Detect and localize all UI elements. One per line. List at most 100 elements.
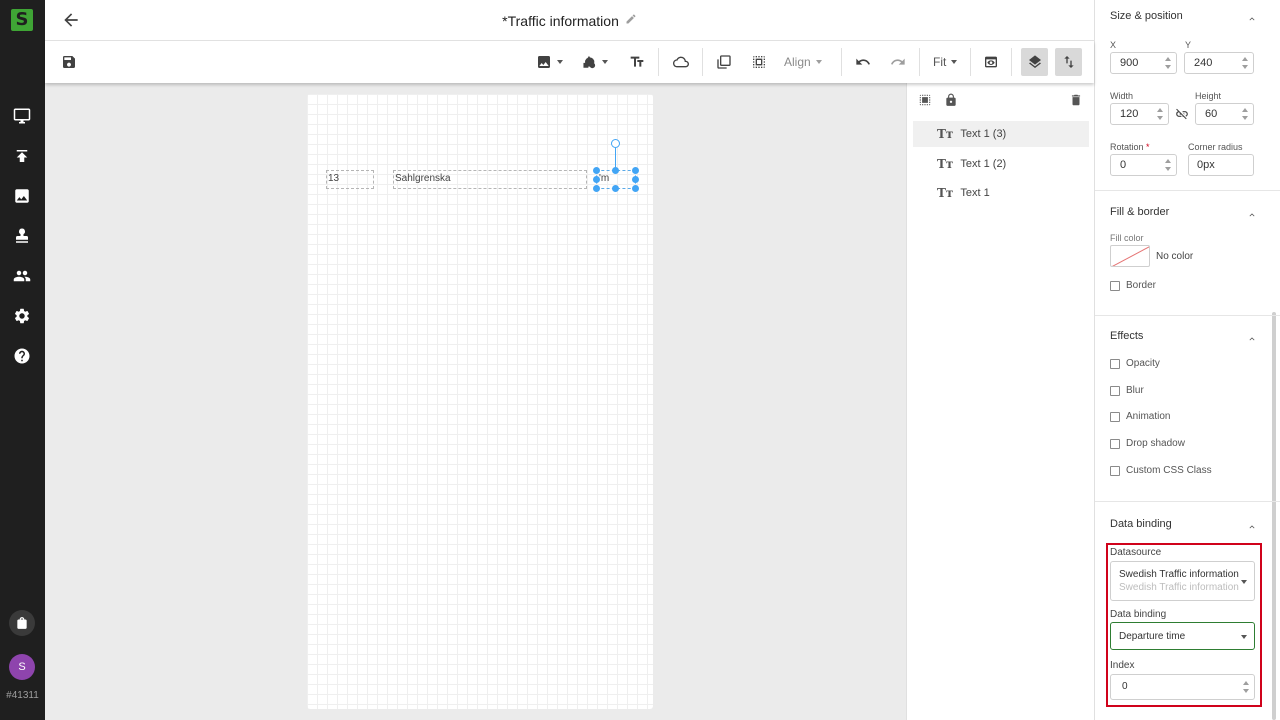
checkbox-box[interactable] xyxy=(1110,438,1120,449)
corner-radius-input[interactable]: 0px xyxy=(1188,154,1254,176)
toolbar-divider xyxy=(1011,48,1012,76)
resize-handle[interactable] xyxy=(632,176,639,183)
opacity-checkbox[interactable]: Opacity xyxy=(1110,358,1160,369)
fill-color-swatch[interactable] xyxy=(1110,245,1150,267)
avatar[interactable]: S xyxy=(9,654,35,680)
checkbox-box[interactable] xyxy=(1110,411,1120,422)
animation-checkbox[interactable]: Animation xyxy=(1110,411,1170,422)
link-off-icon[interactable] xyxy=(1175,106,1189,122)
help-icon[interactable] xyxy=(12,346,32,366)
insert-image-button[interactable] xyxy=(536,50,563,74)
select-all-icon[interactable] xyxy=(918,93,932,107)
stepper-icon[interactable] xyxy=(1165,56,1172,70)
resize-handle[interactable] xyxy=(632,185,639,192)
properties-toggle-icon[interactable] xyxy=(1055,48,1082,76)
checkbox-box[interactable] xyxy=(1110,358,1120,369)
preview-icon[interactable] xyxy=(983,50,999,74)
pencil-icon[interactable] xyxy=(625,13,637,28)
height-input[interactable]: 60 xyxy=(1195,103,1254,125)
border-checkbox[interactable]: Border xyxy=(1110,280,1156,291)
undo-icon[interactable] xyxy=(855,50,871,74)
left-rail: S S #41311 xyxy=(0,0,45,720)
save-icon[interactable] xyxy=(61,50,77,74)
app-logo[interactable]: S xyxy=(11,9,33,31)
border-label: Border xyxy=(1126,280,1157,291)
chevron-down-icon xyxy=(557,60,563,64)
layer-item[interactable]: Tт Text 1 (2) xyxy=(913,151,1089,177)
bag-icon[interactable] xyxy=(9,610,35,636)
resize-handle[interactable] xyxy=(593,185,600,192)
account-id: #41311 xyxy=(6,690,39,701)
width-input[interactable]: 120 xyxy=(1110,103,1169,125)
gear-icon[interactable] xyxy=(12,306,32,326)
rotation-handle[interactable] xyxy=(611,139,620,148)
send-backward-icon[interactable] xyxy=(751,50,767,74)
layer-item[interactable]: Tт Text 1 (3) xyxy=(913,121,1089,147)
index-input[interactable]: 0 xyxy=(1110,674,1255,700)
rotation-marker: * xyxy=(1146,142,1150,152)
upload-icon[interactable] xyxy=(12,146,32,166)
data-binding-select[interactable]: Departure time xyxy=(1110,622,1255,650)
people-icon[interactable] xyxy=(12,266,32,286)
resize-handle[interactable] xyxy=(612,185,619,192)
effect-label: Opacity xyxy=(1126,358,1160,369)
text-icon: Tт xyxy=(937,127,954,141)
selected-text-value: 'm xyxy=(599,173,610,184)
canvas-text-destination[interactable]: Sahlgrenska xyxy=(393,170,587,189)
monitor-icon[interactable] xyxy=(12,106,32,126)
resize-handle[interactable] xyxy=(593,167,600,174)
layers-toggle-icon[interactable] xyxy=(1021,48,1048,76)
lock-icon[interactable] xyxy=(944,93,958,107)
toolbar-divider xyxy=(658,48,659,76)
redo-icon[interactable] xyxy=(890,50,906,74)
y-input[interactable]: 240 xyxy=(1184,52,1254,74)
datasource-select[interactable]: Swedish Traffic information - Swedish Tr… xyxy=(1110,561,1255,601)
chevron-down-icon xyxy=(1241,580,1247,584)
canvas-area: 13 Sahlgrenska 'm xyxy=(45,83,906,720)
fill-border-heading: Fill & border xyxy=(1110,206,1170,218)
image-icon xyxy=(538,56,550,68)
data-binding-value: Departure time xyxy=(1119,631,1186,642)
data-binding-heading: Data binding xyxy=(1110,518,1172,530)
stepper-icon[interactable] xyxy=(1242,107,1249,121)
bring-forward-icon[interactable] xyxy=(716,50,732,74)
stepper-icon[interactable] xyxy=(1165,158,1172,172)
stepper-icon[interactable] xyxy=(1243,680,1250,694)
zoom-dropdown[interactable]: Fit xyxy=(933,50,958,74)
layer-item[interactable]: Tт Text 1 xyxy=(913,180,1089,206)
resize-handle[interactable] xyxy=(612,167,619,174)
insert-widget-button[interactable] xyxy=(673,50,689,74)
insert-text-button[interactable] xyxy=(629,50,645,74)
properties-panel: Size & position X Y 900 240 Width Height… xyxy=(1094,0,1280,720)
blur-checkbox[interactable]: Blur xyxy=(1110,385,1144,396)
layer-label: Text 1 (2) xyxy=(960,158,1007,170)
x-input[interactable]: 900 xyxy=(1110,52,1177,74)
checkbox-box[interactable] xyxy=(1110,465,1120,476)
custom-css-checkbox[interactable]: Custom CSS Class xyxy=(1110,465,1212,476)
layers-panel: Tт Text 1 (3) Tт Text 1 (2) Tт Text 1 xyxy=(906,83,1094,720)
stepper-icon[interactable] xyxy=(1242,56,1249,70)
design-canvas[interactable]: 13 Sahlgrenska 'm xyxy=(307,94,653,709)
zoom-label: Fit xyxy=(933,55,947,69)
image-icon[interactable] xyxy=(12,186,32,206)
drop-shadow-checkbox[interactable]: Drop shadow xyxy=(1110,438,1185,449)
chevron-up-icon[interactable] xyxy=(1247,333,1257,343)
rotation-input[interactable]: 0 xyxy=(1110,154,1177,176)
stepper-icon[interactable] xyxy=(1157,107,1164,121)
index-label: Index xyxy=(1110,660,1135,671)
chevron-up-icon[interactable] xyxy=(1247,209,1257,219)
insert-shape-button[interactable] xyxy=(581,50,608,74)
chevron-up-icon[interactable] xyxy=(1247,13,1257,23)
y-value: 240 xyxy=(1194,57,1213,69)
resize-handle[interactable] xyxy=(632,167,639,174)
trash-icon[interactable] xyxy=(1069,93,1083,107)
checkbox-box[interactable] xyxy=(1110,280,1120,291)
effect-label: Blur xyxy=(1126,385,1144,396)
canvas-text-line[interactable]: 13 xyxy=(326,170,374,189)
align-dropdown[interactable]: Align xyxy=(784,50,822,74)
checkbox-box[interactable] xyxy=(1110,385,1120,396)
resize-handle[interactable] xyxy=(593,176,600,183)
panel-scrollbar[interactable] xyxy=(1272,312,1276,720)
stamp-icon[interactable] xyxy=(12,226,32,246)
chevron-up-icon[interactable] xyxy=(1247,521,1257,531)
